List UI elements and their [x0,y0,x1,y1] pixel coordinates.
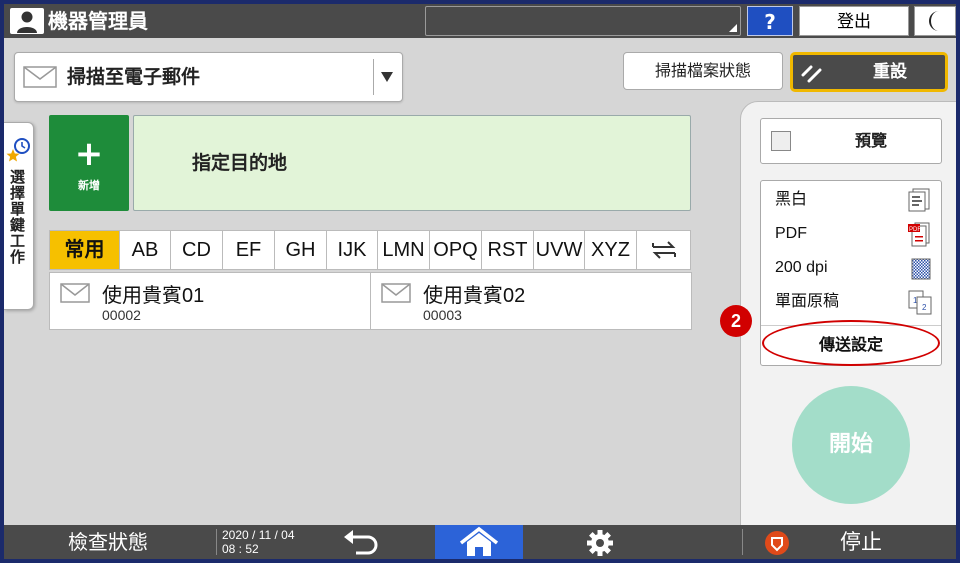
tab-ab[interactable]: AB [120,231,171,269]
back-button[interactable] [320,525,400,559]
settings-button[interactable] [560,525,640,559]
tab-uvw[interactable]: UVW [534,231,585,269]
tab-cd[interactable]: CD [171,231,223,269]
mail-icon [23,66,57,92]
stop-label: 停止 [840,530,882,554]
tab-opq[interactable]: OPQ [430,231,482,269]
tab-gh[interactable]: GH [275,231,327,269]
stop-button[interactable]: 停止 [744,525,956,559]
one-touch-job-tab[interactable]: 選擇單鍵工作 [4,122,34,310]
add-label: 新增 [78,179,100,192]
logout-button[interactable]: 登出 [799,6,909,36]
mail-icon [381,283,411,307]
energy-saver-button[interactable] [914,6,956,36]
preview-label: 預覽 [854,131,887,150]
address-name: 使用貴賓02 [423,285,526,307]
one-touch-job-label: 選擇單鍵工作 [8,169,26,265]
resolution-icon [909,257,933,285]
document-bw-icon [907,188,933,216]
tab-xyz[interactable]: XYZ [585,231,637,269]
address-number: 00002 [102,307,141,323]
swap-icon [651,241,676,259]
tab-ef[interactable]: EF [223,231,275,269]
add-destination-button[interactable]: + 新增 [49,115,129,211]
reset-icon [801,63,823,88]
swap-view-button[interactable] [637,231,690,269]
preview-checkbox [771,131,791,151]
file-type-setting: PDF [775,225,807,242]
svg-text:2: 2 [922,303,927,312]
divider [216,529,217,555]
moon-icon [929,11,939,31]
preview-button[interactable]: 預覽 [760,118,942,164]
address-name: 使用貴賓01 [102,285,205,307]
address-entry[interactable]: 使用貴賓01 00002 [49,272,371,330]
stop-icon [764,530,790,559]
time: 08 : 52 [222,542,259,556]
message-area[interactable] [425,6,741,36]
destination-field[interactable]: 指定目的地 [133,115,691,211]
highlight-oval [762,320,940,366]
scan-file-status-button[interactable]: 掃描檔案狀態 [623,52,783,90]
tab-frequent[interactable]: 常用 [50,231,120,269]
address-entry[interactable]: 使用貴賓02 00003 [370,272,692,330]
resolution-setting: 200 dpi [775,259,828,276]
pdf-icon: PDF [907,221,933,251]
svg-text:PDF: PDF [909,227,921,233]
bottom-bar: 檢查狀態 2020 / 11 / 04 08 : 52 停止 [4,525,956,559]
app-title: 機器管理員 [48,9,148,33]
plus-icon: + [74,134,104,174]
one-sided-original-icon: 1 2 [907,289,933,319]
chevron-down-icon[interactable] [381,72,393,82]
tab-rst[interactable]: RST [482,231,534,269]
scan-mode-select[interactable]: 掃描至電子郵件 [14,52,403,102]
destination-label: 指定目的地 [192,152,288,174]
address-number: 00003 [423,307,462,323]
top-bar: 機器管理員 ? 登出 [4,4,956,38]
step-badge: 2 [720,305,752,337]
tab-lmn[interactable]: LMN [378,231,430,269]
tab-ijk[interactable]: IJK [327,231,378,269]
date: 2020 / 11 / 04 [222,528,295,542]
home-button[interactable] [435,525,523,559]
scan-mode-label: 掃描至電子郵件 [67,66,201,88]
mail-icon [60,283,90,307]
expand-corner-icon [729,24,737,32]
reset-button[interactable]: 重設 [790,52,948,92]
reset-label: 重設 [873,62,907,82]
color-mode-setting: 黑白 [775,191,808,208]
home-icon [459,526,499,556]
screen: 機器管理員 ? 登出 掃描至電子郵件 掃描檔案狀態 重設 選擇單鍵工作 + 新增… [4,4,956,559]
start-button[interactable]: 開始 [792,386,910,504]
original-side-setting: 單面原稿 [775,293,840,310]
user-icon [10,8,44,34]
gear-icon [587,530,613,556]
help-button[interactable]: ? [747,6,793,36]
divider [742,529,743,555]
divider [373,59,374,95]
back-arrow-icon [344,530,378,555]
check-status-button[interactable]: 檢查狀態 [4,525,212,559]
index-tab-bar: 常用 AB CD EF GH IJK LMN OPQ RST UVW XYZ [49,230,691,270]
date-time: 2020 / 11 / 04 08 : 52 [222,528,295,556]
star-clock-icon [6,137,32,167]
